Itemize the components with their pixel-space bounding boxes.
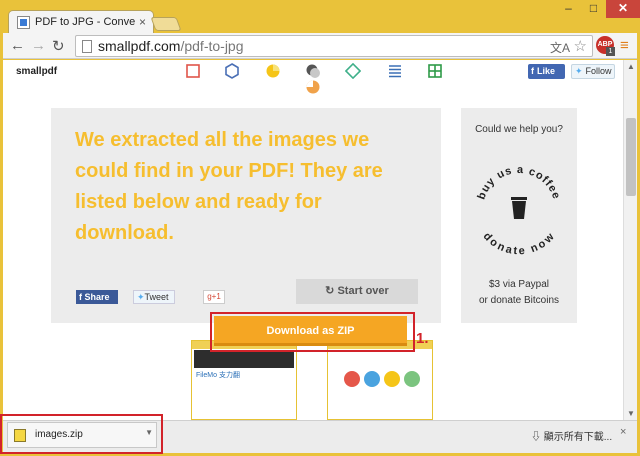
maximize-button[interactable]: □ [581,0,606,18]
thumb-dot [364,371,380,387]
thumb-text: FileMo 支力翻 [196,372,240,379]
grid-icon[interactable] [427,63,443,79]
page-scrollbar[interactable]: ▲ ▼ [623,60,637,420]
svg-text:donate now: donate now [481,230,558,257]
scroll-down-arrow-icon[interactable]: ▼ [627,409,635,418]
step-number: 1. [416,330,429,347]
scroll-thumb[interactable] [626,118,636,196]
chevron-down-icon[interactable]: ▼ [145,428,153,437]
bitcoin-link[interactable]: or donate Bitcoins [461,295,577,306]
thumb-dot [404,371,420,387]
close-shelf-icon[interactable]: × [620,426,626,438]
facebook-like-button[interactable]: f Like [528,64,565,79]
facebook-share-button[interactable]: f Share [76,290,118,304]
browser-toolbar: ← → ↻ smallpdf.com/pdf-to-jpg 文A ☆ ABP 1… [3,33,637,59]
compress-icon[interactable] [185,63,201,79]
download-arrow-icon: ⇩ [531,432,544,443]
badge-bottom-text: donate now [481,230,557,257]
help-question: Could we help you? [475,124,563,135]
back-arrow-icon[interactable]: ← [10,37,25,54]
address-bar[interactable]: smallpdf.com/pdf-to-jpg 文A ☆ [75,35,593,57]
adblock-count-badge: 1 [606,47,615,56]
close-window-button[interactable]: ✕ [606,0,640,18]
paypal-price[interactable]: $3 via Paypal [461,279,577,290]
start-over-label: Start over [337,285,389,297]
donate-panel: Could we help you? buy us a coffee donat… [461,108,577,323]
fb-like-label: Like [537,66,556,76]
forward-arrow-icon[interactable]: → [31,37,46,54]
thumb-dot [344,371,360,387]
coffee-cup-icon [511,197,527,219]
minimize-button[interactable]: – [556,0,581,18]
new-tab-button[interactable] [150,17,182,31]
zip-file-icon [14,429,26,442]
twitter-bird-icon: ✦ [137,292,145,302]
bookmark-star-icon[interactable]: ☆ [574,37,587,55]
show-all-label: 顯示所有下載... [543,432,613,443]
web-page: smallpdf f Like ✦ Follow We extracted all … [3,60,623,420]
share-label: Share [84,292,110,302]
download-item[interactable]: images.zip ▼ [7,422,157,448]
twitter-follow-button[interactable]: ✦ Follow [571,64,615,79]
result-panel: We extracted all the images we could fin… [51,108,441,323]
reload-icon[interactable]: ↻ [52,37,65,55]
tab-close-icon[interactable]: × [139,15,146,29]
result-message: We extracted all the images we could fin… [75,129,383,244]
download-filename: images.zip [35,429,83,440]
image-thumbnail-1[interactable]: FileMo 支力翻 [191,340,297,420]
image-thumbnail-2[interactable] [327,340,433,420]
url-host: smallpdf.com [98,38,181,54]
thumb-circles [342,369,422,409]
svg-text:buy us a coffee: buy us a coffee [475,164,562,201]
translate-icon[interactable]: 文A [550,39,570,56]
pie-icon[interactable] [265,63,281,79]
show-all-downloads-link[interactable]: ⇩ 顯示所有下載... [531,428,612,443]
pdf-favicon-icon [17,16,30,29]
tweet-button[interactable]: ✦Tweet [133,290,175,304]
twitter-bird-icon: ✦ [575,66,583,76]
download-zip-button[interactable]: Download as ZIP [214,316,407,346]
url-text[interactable]: smallpdf.com/pdf-to-jpg [98,38,244,54]
hex-icon[interactable] [224,63,240,79]
scroll-up-arrow-icon[interactable]: ▲ [627,62,635,71]
diamond-icon[interactable] [345,63,361,79]
url-path: /pdf-to-jpg [180,38,244,54]
thumb-dark-band [194,350,294,368]
page-icon [82,40,92,53]
smallpdf-logo[interactable]: smallpdf [16,66,57,77]
circle-icon[interactable] [305,79,321,95]
google-plus-button[interactable]: g+1 [203,290,225,304]
badge-top-text: buy us a coffee [475,164,561,201]
merge-icon[interactable] [305,63,321,79]
reload-icon: ↻ [325,285,338,297]
tab-title: PDF to JPG - Convert yo [35,16,135,28]
browser-menu-icon[interactable]: ≡ [620,37,629,54]
start-over-button[interactable]: ↻ Start over [296,279,418,304]
browser-tab[interactable]: PDF to JPG - Convert yo × [8,10,154,34]
thumb-dot [384,371,400,387]
tw-follow-label: Follow [585,66,612,76]
tweet-label: Tweet [144,292,169,302]
lines-icon[interactable] [387,63,403,79]
facebook-icon: f [531,66,534,76]
coffee-badge[interactable]: buy us a coffee donate now [475,153,563,263]
